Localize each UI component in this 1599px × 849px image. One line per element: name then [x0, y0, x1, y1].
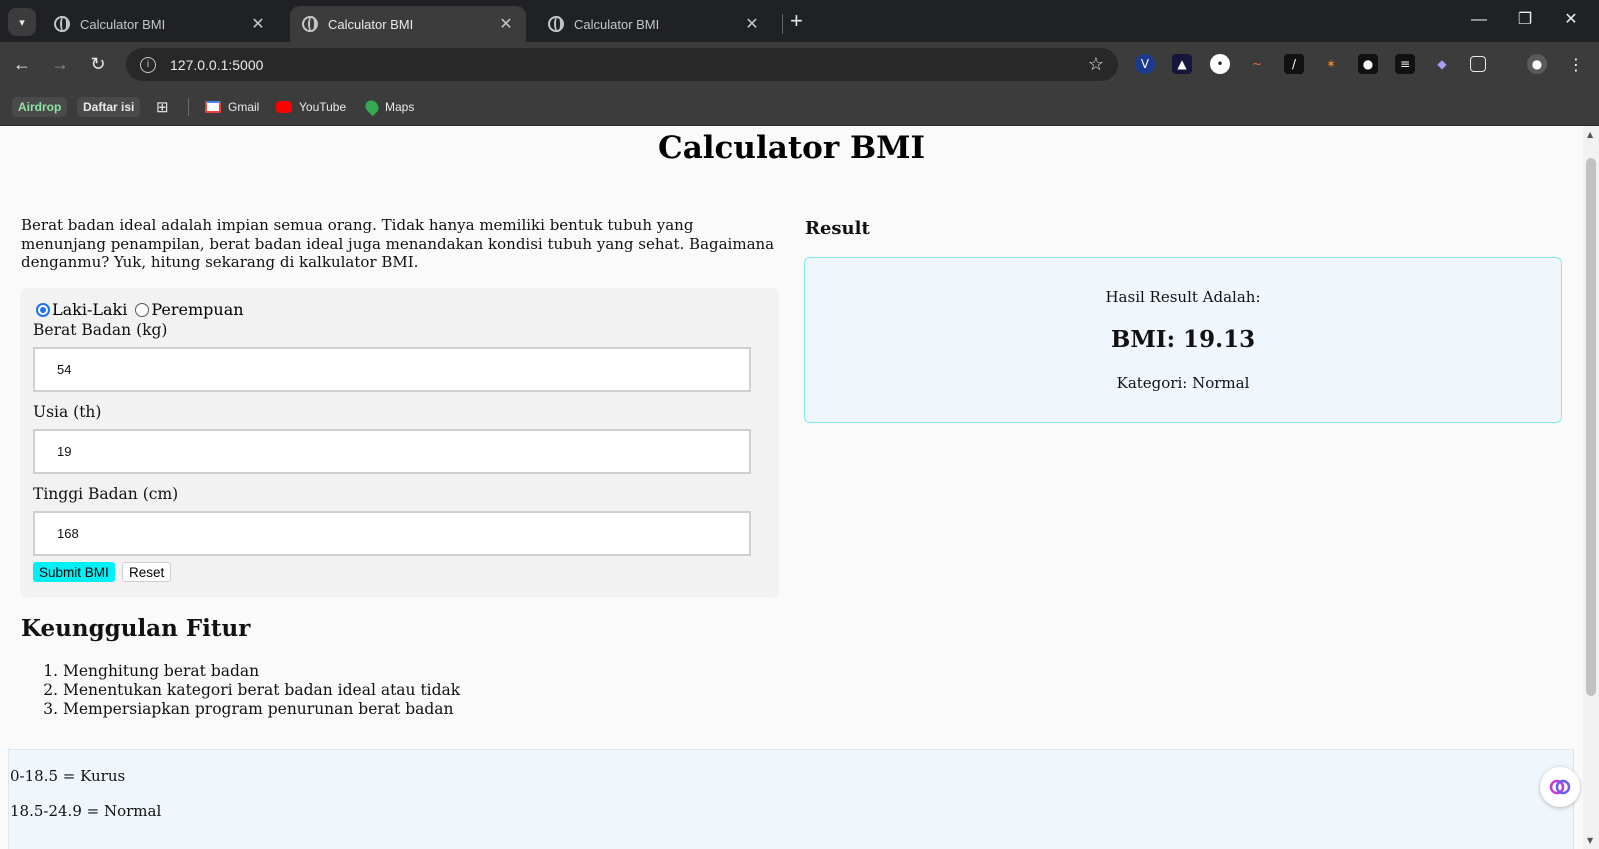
globe-icon [548, 16, 564, 32]
result-box: Hasil Result Adalah: BMI: 19.13 Kategori… [804, 257, 1562, 423]
minimize-button[interactable]: — [1456, 8, 1502, 32]
extension-shield-icon[interactable]: ▲ [1172, 54, 1192, 74]
brain-icon [1549, 779, 1571, 795]
page-viewport: Calculator BMI Berat badan ideal adalah … [0, 126, 1599, 849]
extension-box-icon[interactable]: ≡ [1395, 54, 1415, 74]
menu-icon[interactable]: ⋮ [1566, 54, 1586, 74]
height-input[interactable]: 168 [33, 511, 751, 556]
tab-title: Calculator BMI [328, 16, 414, 32]
forward-button[interactable]: → [48, 52, 72, 76]
extension-bug-icon[interactable]: ● [1358, 54, 1378, 74]
gender-label-female[interactable]: Perempuan [151, 300, 243, 319]
close-icon: ✕ [1564, 11, 1578, 28]
extension-signature-icon[interactable]: ~ [1247, 54, 1267, 74]
reload-button[interactable]: ↻ [86, 52, 110, 76]
feature-item: Menentukan kategori berat badan ideal at… [63, 681, 460, 700]
features-title: Keunggulan Fitur [21, 615, 251, 642]
bookmark-daftar-isi[interactable]: Daftar isi [77, 97, 141, 117]
address-bar[interactable]: i 127.0.0.1:5000 ☆ [126, 48, 1118, 81]
bookmark-star-icon[interactable]: ☆ [1088, 54, 1104, 75]
page-title: Calculator BMI [658, 130, 925, 166]
gender-radio-female[interactable] [135, 302, 150, 317]
url-text[interactable]: 127.0.0.1:5000 [170, 57, 1088, 73]
bookmark-maps[interactable]: Maps [362, 97, 415, 117]
extension-ghost-icon[interactable]: ◆ [1432, 54, 1452, 74]
tab-separator [782, 14, 783, 34]
tab-title: Calculator BMI [574, 16, 660, 32]
weight-label: Berat Badan (kg) [33, 321, 168, 339]
extension-dots-icon[interactable]: • [1210, 54, 1230, 74]
tab-search-button[interactable]: ▾ [8, 8, 36, 36]
age-label: Usia (th) [33, 403, 102, 421]
browser-toolbar: ← → ↻ i 127.0.0.1:5000 ☆ V ▲ • ~ / ✶ ● ≡… [0, 42, 1599, 86]
bookmark-label: YouTube [299, 100, 347, 114]
bookmark-label: Gmail [228, 100, 260, 114]
bmi-form: Laki-Laki Perempuan Berat Badan (kg) 54 … [20, 288, 779, 597]
browser-tab-1[interactable]: Calculator BMI ✕ [42, 6, 278, 42]
feature-item: Menghitung berat badan [63, 662, 460, 681]
extension-spark-icon[interactable]: ✶ [1321, 54, 1341, 74]
plus-icon: + [790, 8, 803, 33]
globe-icon [54, 16, 70, 32]
site-info-icon[interactable]: i [140, 56, 156, 73]
weight-input[interactable]: 54 [33, 347, 751, 392]
submit-bmi-button[interactable]: Submit BMI [33, 562, 115, 582]
close-icon[interactable]: ✕ [744, 14, 760, 34]
result-bmi-value: BMI: 19.13 [1110, 326, 1256, 353]
minimize-icon: — [1471, 11, 1487, 28]
bookmark-airdrop[interactable]: Airdrop [12, 97, 68, 117]
gmail-icon [205, 101, 221, 113]
browser-tab-3[interactable]: Calculator BMI ✕ [536, 6, 772, 42]
scroll-down-arrow-icon[interactable]: ▼ [1587, 836, 1593, 845]
extension-wand-icon[interactable]: / [1284, 54, 1304, 74]
feature-item: Mempersiapkan program penurunan berat ba… [63, 700, 460, 719]
extensions-puzzle-icon[interactable] [1470, 56, 1486, 72]
browser-tab-2[interactable]: Calculator BMI ✕ [290, 6, 526, 42]
result-caption: Hasil Result Adalah: [1105, 288, 1261, 306]
bmi-category-legend: 0-18.5 = Kurus 18.5-24.9 = Normal [8, 749, 1574, 849]
back-button[interactable]: ← [10, 52, 34, 76]
profile-avatar[interactable]: ● [1527, 54, 1547, 74]
gender-radio-group: Laki-Laki Perempuan [36, 300, 252, 319]
youtube-icon [276, 101, 292, 113]
close-icon[interactable]: ✕ [498, 14, 514, 34]
result-category: Kategori: Normal [1116, 374, 1250, 392]
extension-v-icon[interactable]: V [1135, 54, 1155, 74]
reload-icon: ↻ [90, 54, 106, 74]
bookmark-label: Airdrop [18, 100, 62, 114]
restore-icon: ❐ [1517, 11, 1533, 28]
legend-item: 0-18.5 = Kurus [10, 767, 126, 785]
scrollbar-thumb[interactable] [1586, 158, 1596, 696]
restore-button[interactable]: ❐ [1502, 8, 1548, 32]
height-label: Tinggi Badan (cm) [33, 485, 179, 503]
bookmark-youtube[interactable]: YouTube [276, 97, 346, 117]
back-arrow-icon: ← [13, 54, 31, 74]
bookmark-gmail[interactable]: Gmail [205, 97, 259, 117]
age-input[interactable]: 19 [33, 429, 751, 474]
bookmark-separator [188, 98, 189, 116]
page-scrollbar[interactable]: ▲ ▼ [1583, 126, 1599, 849]
intro-paragraph: Berat badan ideal adalah impian semua or… [21, 216, 775, 271]
maps-pin-icon [362, 97, 382, 117]
close-icon[interactable]: ✕ [250, 14, 266, 34]
forward-arrow-icon: → [51, 54, 69, 74]
chevron-down-icon: ▾ [19, 16, 25, 29]
globe-icon [302, 16, 318, 32]
bookmark-label: Daftar isi [83, 100, 135, 114]
bookmarks-bar: Airdrop Daftar isi ⊞ Gmail YouTube Maps [0, 86, 1599, 126]
window-close-button[interactable]: ✕ [1548, 8, 1594, 32]
ai-assistant-button[interactable] [1540, 767, 1580, 807]
apps-grid-icon[interactable]: ⊞ [156, 97, 169, 117]
tab-title: Calculator BMI [80, 16, 166, 32]
bookmark-label: Maps [385, 100, 415, 114]
result-heading: Result [805, 218, 870, 239]
legend-item: 18.5-24.9 = Normal [10, 802, 162, 820]
reset-button[interactable]: Reset [122, 562, 172, 582]
features-list: Menghitung berat badan Menentukan katego… [21, 662, 460, 719]
browser-tab-bar: ▾ Calculator BMI ✕ Calculator BMI ✕ Calc… [0, 0, 1599, 42]
gender-radio-male[interactable] [36, 302, 50, 317]
scroll-up-arrow-icon[interactable]: ▲ [1587, 130, 1593, 139]
gender-label-male[interactable]: Laki-Laki [52, 300, 127, 319]
new-tab-button[interactable]: + [790, 8, 803, 34]
